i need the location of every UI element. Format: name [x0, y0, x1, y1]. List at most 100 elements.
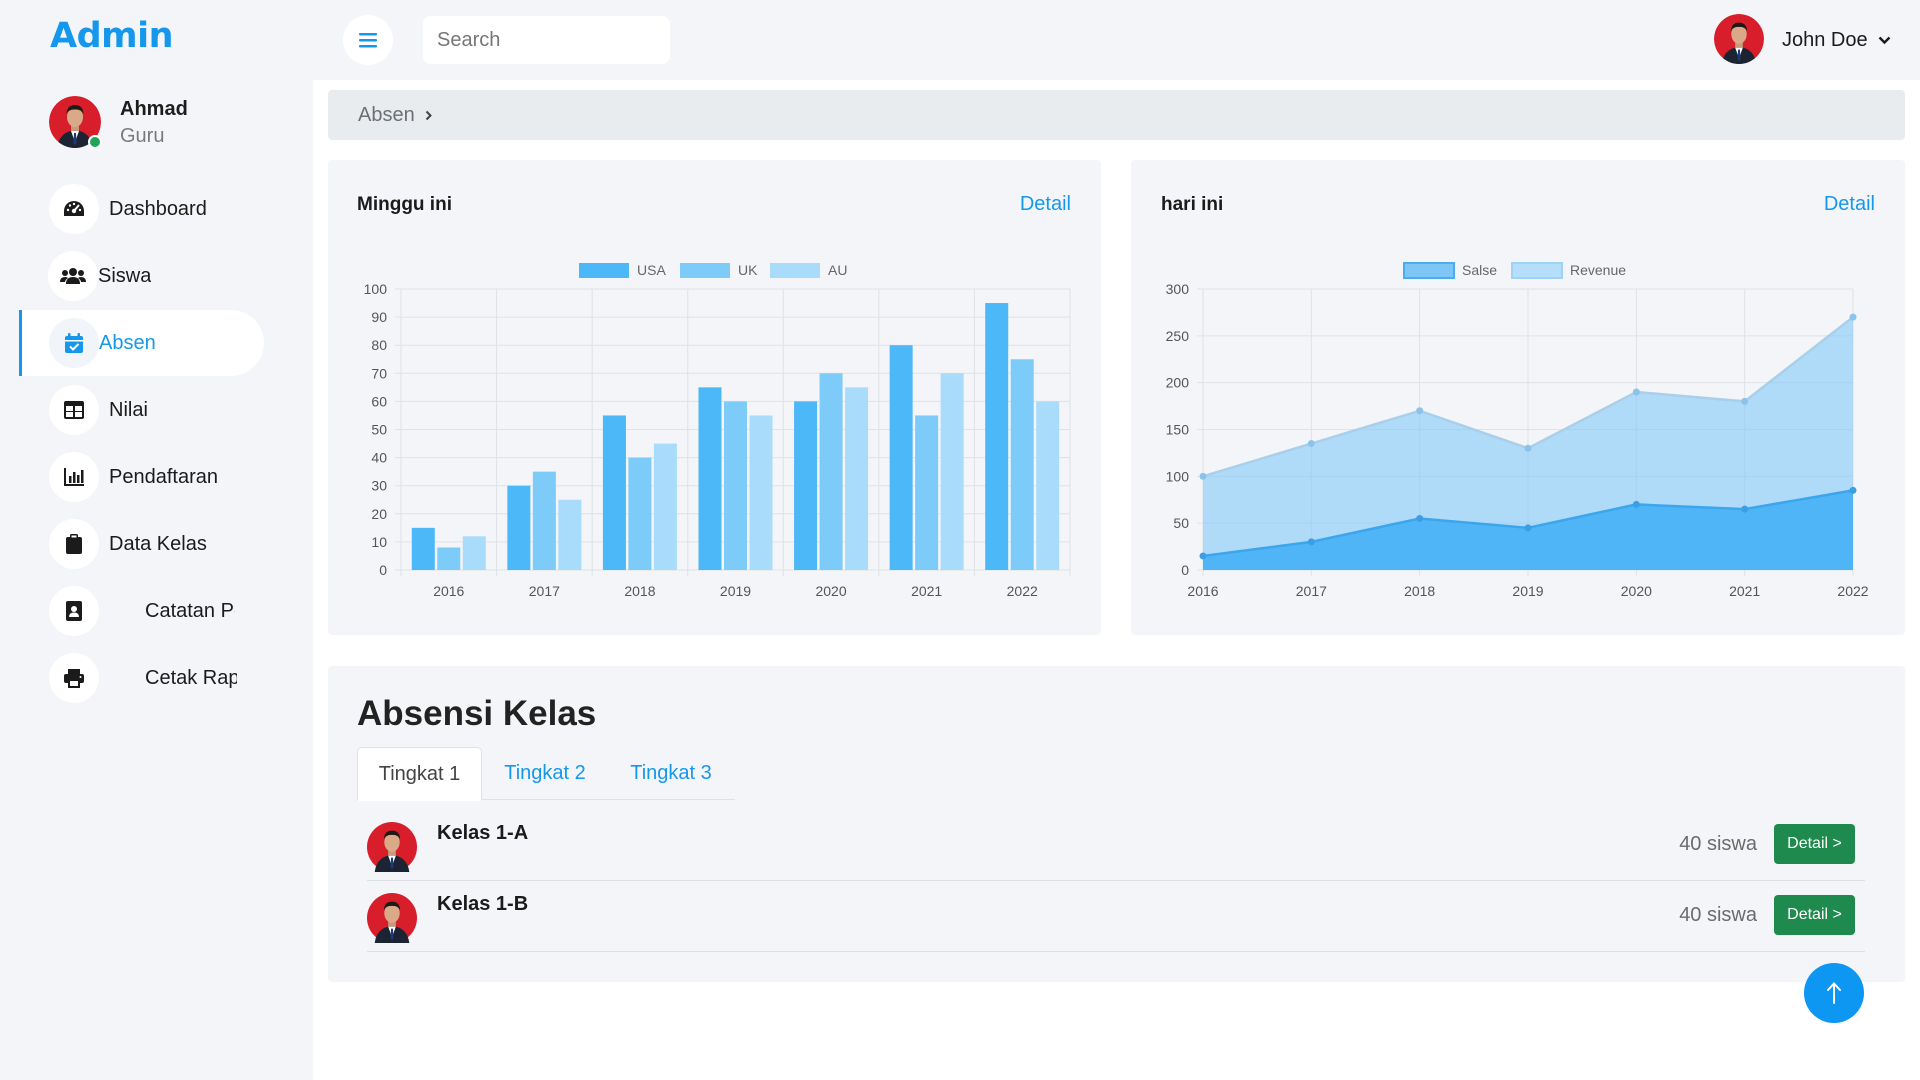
bar: [749, 415, 773, 570]
avatar: [1714, 14, 1766, 66]
y-tick-label: 40: [371, 450, 387, 466]
y-tick-label: 50: [1173, 515, 1189, 531]
bar: [1010, 359, 1034, 570]
bar: [628, 457, 652, 570]
sidebar-item-cetak-rapor[interactable]: Cetak Rap: [19, 645, 264, 711]
x-tick-label: 2019: [1512, 583, 1543, 599]
x-tick-label: 2021: [1729, 583, 1760, 599]
scroll-to-top-button[interactable]: [1804, 963, 1864, 1023]
data-point: [1416, 407, 1424, 415]
bar: [819, 373, 843, 570]
legend-label: UK: [738, 262, 758, 278]
users-icon: [48, 251, 98, 301]
brand-logo[interactable]: Admin: [50, 16, 174, 56]
legend-label: AU: [828, 262, 847, 278]
class-name: Kelas 1-A: [437, 822, 529, 844]
sidebar-item-label: Catatan Pe: [145, 599, 235, 622]
menu-toggle-button[interactable]: [343, 15, 393, 65]
chevron-down-icon: [1878, 36, 1890, 44]
bar: [507, 485, 531, 570]
class-detail-button[interactable]: Detail >: [1774, 895, 1855, 935]
bar-chart: 0 10 20 30 40 50 60 70 80 90 100 2016 2017 2018 2019 20…: [364, 262, 1071, 599]
calendar-check-icon: [49, 318, 99, 368]
x-tick-label: 2016: [1187, 583, 1218, 599]
sidebar-item-catatan[interactable]: Catatan Pe: [19, 578, 264, 644]
y-tick-label: 10: [371, 534, 387, 550]
tab-tingkat-1[interactable]: Tingkat 1: [357, 747, 482, 801]
data-point: [1632, 500, 1640, 508]
x-tick-label: 2020: [815, 583, 846, 599]
bar: [1036, 401, 1060, 570]
data-point: [1416, 514, 1424, 522]
y-tick-label: 150: [1166, 422, 1190, 438]
profile-name: Ahmad: [120, 98, 188, 120]
tab-tingkat-2[interactable]: Tingkat 2: [482, 747, 608, 800]
bar: [940, 373, 964, 570]
section-title: Absensi Kelas: [357, 694, 597, 733]
legend-label: Salse: [1462, 262, 1497, 278]
user-name: John Doe: [1782, 28, 1868, 51]
sidebar-item-label: Absen: [99, 331, 156, 354]
printer-icon: [49, 653, 99, 703]
bar: [794, 401, 818, 570]
y-tick-label: 60: [371, 393, 387, 409]
x-tick-label: 2017: [529, 583, 560, 599]
bar: [462, 536, 486, 570]
class-detail-button[interactable]: Detail >: [1774, 824, 1855, 864]
bar: [411, 527, 435, 570]
class-row: Kelas 1-A 40 siswa Detail >: [367, 810, 1865, 881]
table-icon: [49, 385, 99, 435]
bar-chart-icon: [49, 452, 99, 502]
x-tick-label: 2022: [1007, 583, 1038, 599]
area-chart: 0 50 100 150 200 250 300 2016 2017 2018 2019 2020 20…: [1166, 262, 1869, 599]
data-point: [1741, 397, 1749, 405]
y-tick-label: 50: [371, 422, 387, 438]
x-tick-label: 2017: [1296, 583, 1327, 599]
legend-swatch: [1511, 262, 1563, 279]
class-name: Kelas 1-B: [437, 893, 529, 915]
bar: [532, 471, 556, 570]
breadcrumb: Absen: [328, 90, 1905, 140]
y-tick-label: 90: [371, 309, 387, 325]
sidebar-item-nilai[interactable]: Nilai: [19, 377, 264, 443]
breadcrumb-item[interactable]: Absen: [358, 104, 415, 127]
sidebar-item-dashboard[interactable]: Dashboard: [19, 176, 264, 242]
tab-tingkat-3[interactable]: Tingkat 3: [608, 747, 734, 800]
x-tick-label: 2021: [911, 583, 942, 599]
data-point: [1632, 388, 1640, 396]
y-tick-label: 70: [371, 365, 387, 381]
bar: [915, 415, 939, 570]
legend-swatch: [770, 263, 820, 278]
avatar: [367, 822, 417, 872]
user-menu[interactable]: John Doe: [1714, 14, 1891, 66]
sidebar-item-label: Data Kelas: [109, 532, 207, 555]
sidebar-item-label: Nilai: [109, 398, 148, 421]
y-tick-label: 30: [371, 478, 387, 494]
legend-swatch: [1403, 262, 1455, 279]
data-point: [1307, 440, 1315, 448]
chevron-right-icon: [425, 110, 432, 120]
data-point: [1741, 505, 1749, 513]
sidebar: Admin Ahmad Guru Dashboard Siswa Absen N…: [0, 0, 313, 1080]
search-input[interactable]: [423, 16, 670, 64]
legend-swatch: [579, 263, 629, 278]
data-point: [1307, 538, 1315, 546]
y-tick-label: 20: [371, 506, 387, 522]
sidebar-item-label: Cetak Rap: [145, 666, 237, 689]
sidebar-item-siswa[interactable]: Siswa: [19, 243, 264, 309]
sidebar-item-pendaftaran[interactable]: Pendaftaran: [19, 444, 264, 510]
x-tick-label: 2016: [433, 583, 464, 599]
address-book-icon: [49, 586, 99, 636]
x-tick-label: 2018: [624, 583, 655, 599]
arrow-up-icon: [1827, 982, 1841, 1004]
data-point: [1524, 444, 1532, 452]
data-point: [1849, 313, 1857, 321]
x-tick-label: 2018: [1404, 583, 1435, 599]
bar: [724, 401, 747, 570]
tachometer-icon: [49, 184, 99, 234]
bar: [653, 443, 677, 570]
sidebar-item-data-kelas[interactable]: Data Kelas: [19, 511, 264, 577]
sidebar-item-absen[interactable]: Absen: [19, 310, 264, 376]
avatar: [49, 96, 102, 149]
hamburger-icon: [359, 32, 377, 47]
